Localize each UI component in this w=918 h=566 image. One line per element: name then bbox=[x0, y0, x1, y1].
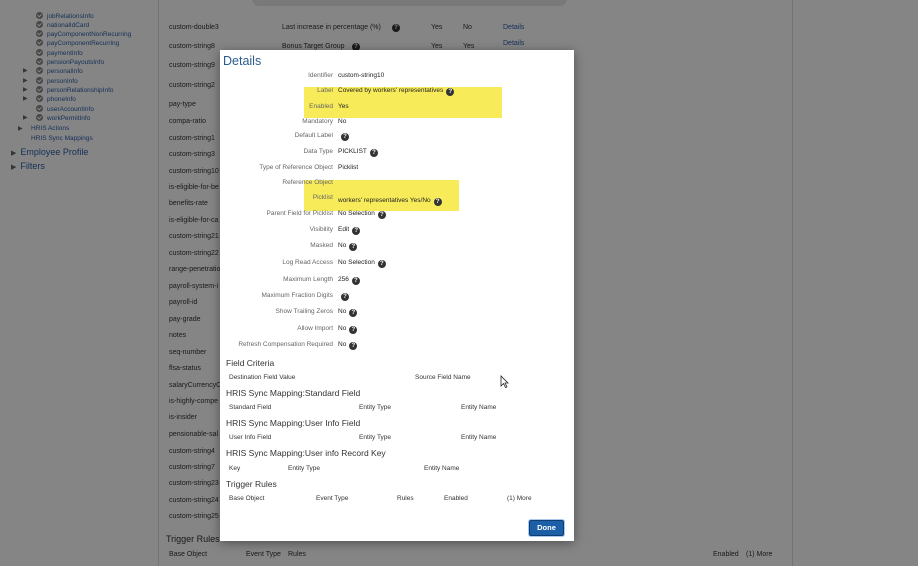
field-label: Type of Reference Object bbox=[259, 164, 333, 171]
column-header: Entity Name bbox=[461, 404, 497, 411]
column-header: Enabled bbox=[444, 495, 468, 502]
field-value: No? bbox=[338, 325, 358, 334]
field-label: Log Read Access bbox=[282, 259, 333, 266]
column-header: Entity Type bbox=[359, 404, 392, 411]
help-icon[interactable]: ? bbox=[369, 149, 378, 157]
field-value: 256? bbox=[338, 276, 360, 285]
field-label: Data Type bbox=[303, 148, 333, 155]
column-header: Rules bbox=[397, 495, 414, 502]
field-value: Picklist bbox=[338, 164, 358, 171]
field-label: Default Label bbox=[294, 132, 333, 139]
field-value-text: 256 bbox=[338, 276, 349, 283]
field-value: Edit? bbox=[338, 226, 361, 235]
field-label: Identifier bbox=[308, 72, 333, 79]
help-icon[interactable]: ? bbox=[377, 260, 386, 268]
field-value: No Selection? bbox=[338, 210, 386, 219]
field-value-text: Edit bbox=[338, 226, 350, 233]
field-label: Masked bbox=[310, 242, 333, 249]
field-value-text: No bbox=[338, 341, 347, 348]
help-icon[interactable]: ? bbox=[349, 309, 358, 317]
field-value-text: No bbox=[338, 325, 347, 332]
help-icon[interactable]: ? bbox=[352, 227, 361, 235]
field-value: PICKLIST? bbox=[338, 148, 378, 157]
column-header: Entity Type bbox=[359, 434, 392, 441]
field-value: custom-string10 bbox=[338, 72, 384, 79]
help-icon[interactable]: ? bbox=[351, 277, 360, 285]
field-value-text: Picklist bbox=[338, 164, 359, 171]
field-value-text: Covered by workers' representatives bbox=[338, 87, 444, 94]
mouse-cursor-icon bbox=[500, 375, 509, 388]
column-header: Entity Type bbox=[288, 465, 321, 472]
help-icon[interactable]: ? bbox=[433, 198, 442, 206]
column-header: Entity Name bbox=[461, 434, 497, 441]
field-value-text: No bbox=[338, 118, 347, 125]
field-label: Mandatory bbox=[302, 118, 333, 125]
field-label: Allow Import bbox=[297, 325, 333, 332]
help-icon[interactable]: ? bbox=[349, 342, 358, 350]
field-label: Maximum Length bbox=[283, 276, 333, 283]
field-value: Yes bbox=[338, 103, 349, 110]
field-value: No? bbox=[338, 242, 358, 251]
field-value-text: custom-string10 bbox=[338, 72, 385, 79]
column-header: Key bbox=[229, 465, 241, 472]
field-label: Reference Object bbox=[282, 179, 333, 186]
help-icon[interactable]: ? bbox=[349, 243, 358, 251]
column-header: Entity Name bbox=[424, 465, 460, 472]
field-label: Picklist bbox=[312, 194, 333, 201]
field-value-text: No bbox=[338, 242, 347, 249]
column-header: Standard Field bbox=[229, 404, 272, 411]
field-value-text: Yes bbox=[338, 103, 349, 110]
field-value: ? bbox=[338, 132, 349, 141]
section-title: HRIS Sync Mapping:Standard Field bbox=[226, 388, 361, 398]
field-value-text: No Selection bbox=[338, 210, 375, 217]
field-value-text: No Selection bbox=[338, 259, 375, 266]
help-icon[interactable]: ? bbox=[446, 88, 455, 96]
field-value: ? bbox=[338, 292, 349, 301]
section-title: Trigger Rules bbox=[226, 479, 277, 489]
field-value: Covered by workers' representatives? bbox=[338, 87, 455, 96]
field-label: Show Trailing Zeros bbox=[275, 308, 333, 315]
field-label: Visibility bbox=[309, 226, 333, 233]
help-icon[interactable]: ? bbox=[341, 133, 349, 141]
section-title: HRIS Sync Mapping:User info Record Key bbox=[226, 448, 386, 458]
field-label: Enabled bbox=[309, 103, 333, 110]
done-button[interactable]: Done bbox=[529, 520, 564, 536]
section-title: Field Criteria bbox=[226, 358, 275, 368]
field-value-text: PICKLIST bbox=[338, 148, 367, 155]
help-icon[interactable]: ? bbox=[341, 293, 349, 301]
field-value: No? bbox=[338, 308, 358, 317]
dialog-title: Details bbox=[223, 54, 262, 68]
field-value: No Selection? bbox=[338, 259, 386, 268]
field-value-text: No bbox=[338, 308, 347, 315]
column-header: Source Field Name bbox=[415, 374, 471, 381]
field-value: No bbox=[338, 118, 346, 125]
field-label: Refresh Compensation Required bbox=[238, 341, 333, 348]
column-header: Base Object bbox=[229, 495, 265, 502]
column-header: User Info Field bbox=[229, 434, 272, 441]
details-dialog: Details Identifier custom-string10 Label Co… bbox=[220, 50, 574, 541]
help-icon[interactable]: ? bbox=[349, 326, 358, 334]
field-value-text: workers' representatives Yes/No bbox=[338, 197, 431, 204]
column-header: Destination Field Value bbox=[229, 374, 296, 381]
more-link[interactable]: (1) More bbox=[507, 495, 532, 502]
help-icon[interactable]: ? bbox=[377, 211, 386, 219]
field-value: workers' representatives Yes/No? bbox=[338, 197, 442, 206]
field-label: Parent Field for Picklist bbox=[266, 210, 333, 217]
field-label: Maximum Fraction Digits bbox=[261, 292, 333, 299]
column-header: Event Type bbox=[316, 495, 349, 502]
field-label: Label bbox=[317, 87, 333, 94]
field-value: No? bbox=[338, 341, 358, 350]
section-title: HRIS Sync Mapping:User Info Field bbox=[226, 418, 361, 428]
